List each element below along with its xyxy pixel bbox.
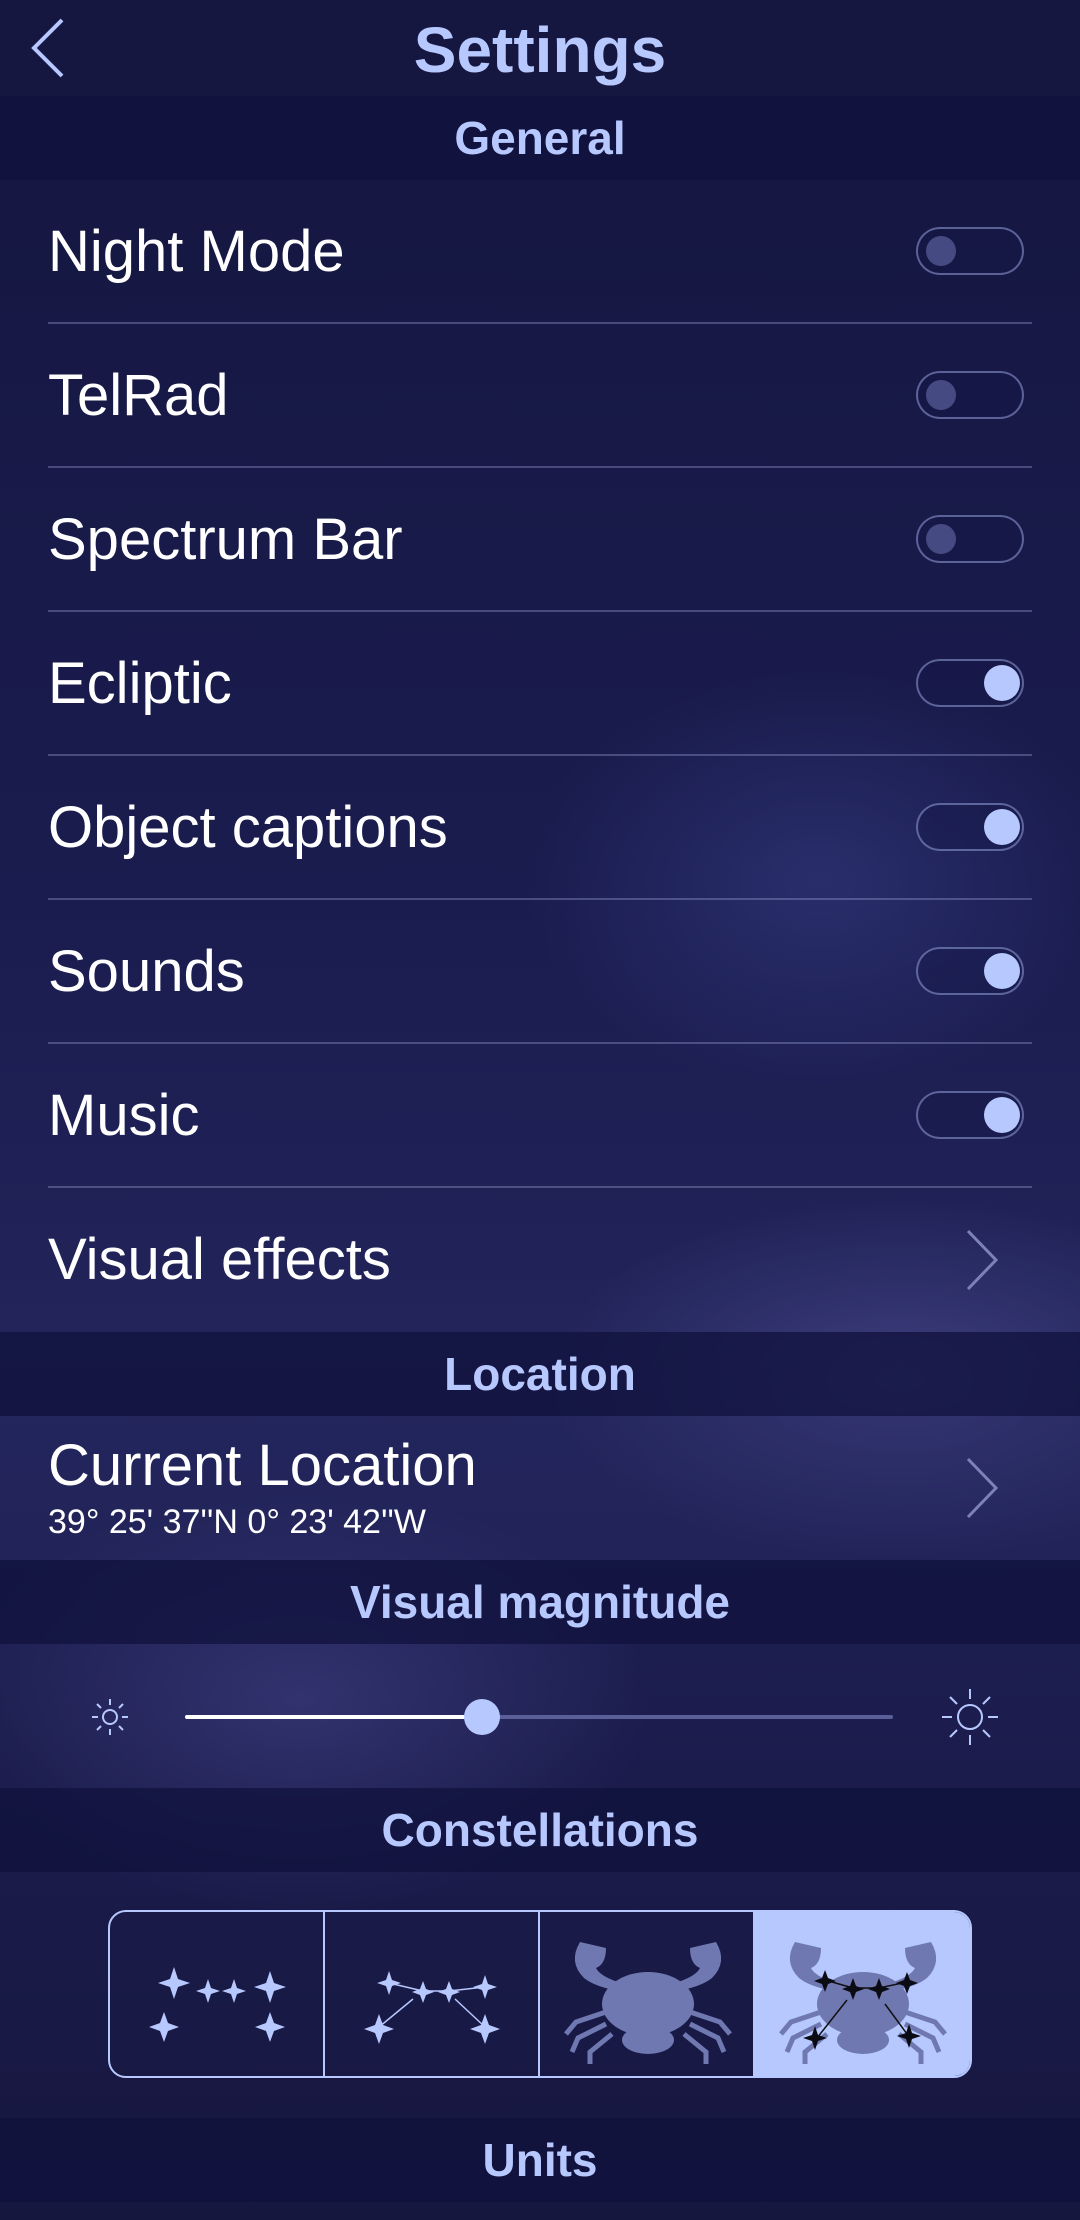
setting-row-object-captions[interactable]: Object captions — [0, 756, 1080, 900]
ecliptic-toggle[interactable] — [916, 659, 1024, 707]
setting-row-spectrum-bar[interactable]: Spectrum Bar — [0, 468, 1080, 612]
setting-label: Night Mode — [48, 219, 345, 284]
setting-label: Spectrum Bar — [48, 507, 403, 572]
current-location-row[interactable]: Current Location 39° 25' 37''N 0° 23' 42… — [0, 1416, 1080, 1560]
setting-label: TelRad — [48, 363, 229, 428]
figure-icon — [564, 1942, 732, 2064]
chevron-right-icon — [966, 1229, 999, 1291]
night-mode-toggle[interactable] — [916, 227, 1024, 275]
section-header-general: General — [0, 96, 1080, 180]
toggle-knob — [926, 380, 956, 410]
constellation-option-lines[interactable] — [325, 1912, 540, 2076]
setting-row-visual-effects[interactable]: Visual effects — [0, 1188, 1080, 1332]
constellation-option-figure[interactable] — [540, 1912, 755, 2076]
setting-row-telrad[interactable]: TelRad — [0, 324, 1080, 468]
toggle-knob — [984, 953, 1020, 989]
toggle-knob — [984, 809, 1020, 845]
section-header-constellations: Constellations — [0, 1788, 1080, 1872]
sun-large-icon — [942, 1689, 998, 1745]
section-header-visual-magnitude: Visual magnitude — [0, 1560, 1080, 1644]
music-toggle[interactable] — [916, 1091, 1024, 1139]
toggle-knob — [984, 665, 1020, 701]
setting-row-ecliptic[interactable]: Ecliptic — [0, 612, 1080, 756]
constellation-style-selector[interactable] — [108, 1910, 972, 2078]
spectrum-bar-toggle[interactable] — [916, 515, 1024, 563]
setting-label: Sounds — [48, 939, 245, 1004]
toggle-knob — [926, 236, 956, 266]
toggle-knob — [984, 1097, 1020, 1133]
setting-label: Object captions — [48, 795, 448, 860]
section-header-units: Units — [0, 2118, 1080, 2202]
stars-only-icon — [149, 1967, 286, 2042]
object-captions-toggle[interactable] — [916, 803, 1024, 851]
sounds-toggle[interactable] — [916, 947, 1024, 995]
setting-label: Ecliptic — [48, 651, 232, 716]
setting-label: Visual effects — [48, 1227, 391, 1292]
toggle-knob — [926, 524, 956, 554]
figure-stars-icon — [779, 1942, 947, 2064]
setting-row-sounds[interactable]: Sounds — [0, 900, 1080, 1044]
current-location-coords: 39° 25' 37''N 0° 23' 42''W — [48, 1503, 427, 1541]
section-header-location: Location — [0, 1332, 1080, 1416]
setting-row-night-mode[interactable]: Night Mode — [0, 180, 1080, 324]
slider-fill — [185, 1715, 483, 1719]
telrad-toggle[interactable] — [916, 371, 1024, 419]
stars-lines-icon — [364, 1971, 500, 2044]
current-location-title: Current Location — [48, 1433, 477, 1498]
page-title: Settings — [413, 14, 667, 86]
visual-magnitude-slider[interactable] — [0, 1645, 1080, 1789]
constellation-option-stars[interactable] — [110, 1912, 325, 2076]
chevron-right-icon — [966, 1457, 999, 1519]
constellation-option-figure-stars[interactable] — [755, 1912, 970, 2076]
setting-row-music[interactable]: Music — [0, 1044, 1080, 1188]
sun-small-icon — [92, 1699, 128, 1735]
setting-label: Music — [48, 1083, 200, 1148]
top-bar: Settings — [0, 0, 1080, 96]
slider-thumb[interactable] — [464, 1699, 501, 1735]
